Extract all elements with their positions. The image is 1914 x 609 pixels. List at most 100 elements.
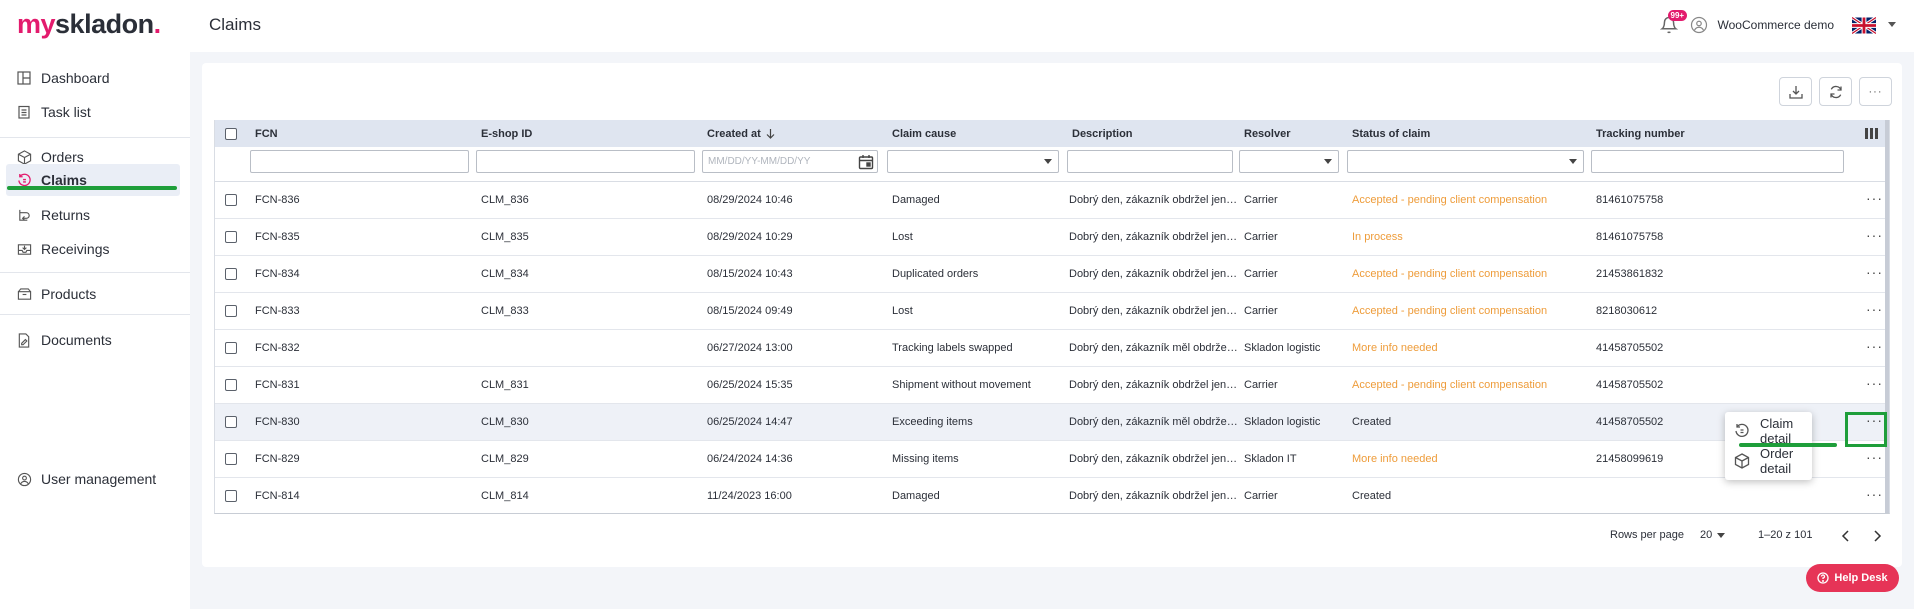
row-checkbox[interactable] [225, 231, 237, 243]
status-filter-select[interactable] [1347, 150, 1584, 173]
calendar-icon[interactable] [858, 154, 874, 170]
cell-description: Dobrý den, zákazník měl obdrže… [1069, 342, 1238, 354]
col-created-at[interactable]: Created at [707, 128, 775, 140]
row-actions-button[interactable]: ··· [1866, 264, 1883, 280]
rows-per-page-select[interactable]: 20 [1700, 529, 1726, 541]
sidebar-item-task-list[interactable]: Task list [6, 96, 180, 128]
cell-claim-cause: Tracking labels swapped [892, 342, 1013, 354]
table-row[interactable]: FCN-831 CLM_831 06/25/2024 15:35 Shipmen… [215, 367, 1889, 404]
tracking-filter-input[interactable] [1591, 150, 1844, 173]
claim-detail-menu-item[interactable]: Claim detail [1734, 416, 1812, 446]
cell-created-at: 06/25/2024 15:35 [707, 379, 793, 391]
language-caret-icon[interactable] [1888, 22, 1896, 28]
table-row[interactable]: FCN-832 06/27/2024 13:00 Tracking labels… [215, 330, 1889, 367]
sidebar-item-claims[interactable]: Claims [6, 164, 180, 196]
active-actions-highlight[interactable] [1845, 412, 1887, 447]
user-name[interactable]: WooCommerce demo [1718, 18, 1834, 32]
row-checkbox[interactable] [225, 379, 237, 391]
help-desk-button[interactable]: Help Desk [1806, 564, 1899, 592]
logo[interactable]: myskladon. [17, 9, 161, 40]
table-row[interactable]: FCN-835 CLM_835 08/29/2024 10:29 Lost Do… [215, 219, 1889, 256]
sidebar-item-receivings[interactable]: Receivings [6, 233, 180, 265]
cell-description: Dobrý den, zákazník obdržel jen… [1069, 268, 1238, 280]
table-row[interactable]: FCN-829 CLM_829 06/24/2024 14:36 Missing… [215, 441, 1889, 478]
row-actions-button[interactable]: ··· [1866, 190, 1883, 206]
table-row[interactable]: FCN-834 CLM_834 08/15/2024 10:43 Duplica… [215, 256, 1889, 293]
cell-fcn: FCN-833 [255, 305, 300, 317]
select-all-checkbox[interactable] [225, 128, 237, 140]
sidebar: Dashboard Task list Orders Claims Return… [0, 52, 190, 609]
cell-claim-cause: Exceeding items [892, 416, 973, 428]
resolver-filter-select[interactable] [1239, 150, 1339, 173]
prev-page-icon[interactable] [1841, 530, 1851, 542]
cell-created-at: 06/25/2024 14:47 [707, 416, 793, 428]
cell-fcn: FCN-832 [255, 342, 300, 354]
row-checkbox[interactable] [225, 416, 237, 428]
table-row[interactable]: FCN-833 CLM_833 08/15/2024 09:49 Lost Do… [215, 293, 1889, 330]
cell-tracking: 21453861832 [1596, 268, 1664, 280]
row-actions-button[interactable]: ··· [1866, 227, 1883, 243]
fcn-filter-input[interactable] [250, 150, 469, 173]
col-eshop-id[interactable]: E-shop ID [481, 128, 532, 140]
sidebar-divider [0, 137, 190, 138]
claim-cause-filter-select[interactable] [887, 150, 1059, 173]
row-checkbox[interactable] [225, 194, 237, 206]
cell-created-at: 08/15/2024 10:43 [707, 268, 793, 280]
cell-resolver: Skladon logistic [1244, 416, 1321, 428]
cell-created-at: 08/29/2024 10:29 [707, 231, 793, 243]
export-button[interactable] [1779, 77, 1812, 106]
column-settings-icon[interactable] [1865, 128, 1878, 139]
sidebar-item-returns[interactable]: Returns [6, 199, 180, 231]
table-row[interactable]: FCN-830 CLM_830 06/25/2024 14:47 Exceedi… [215, 404, 1889, 441]
cell-status: More info needed [1352, 342, 1438, 354]
cell-fcn: FCN-831 [255, 379, 300, 391]
table-row[interactable]: FCN-814 CLM_814 11/24/2023 16:00 Damaged… [215, 478, 1889, 513]
created-at-filter-input[interactable]: MM/DD/YY-MM/DD/YY [702, 150, 878, 173]
cell-claim-cause: Shipment without movement [892, 379, 1031, 391]
sidebar-item-user-management[interactable]: User management [6, 463, 180, 495]
cell-claim-cause: Duplicated orders [892, 268, 979, 280]
table-scrollbar[interactable] [1885, 120, 1889, 513]
chevron-down-icon [1569, 159, 1577, 164]
cell-claim-cause: Missing items [892, 453, 959, 465]
sidebar-item-label: User management [41, 471, 157, 487]
sidebar-item-products[interactable]: Products [6, 278, 180, 310]
row-checkbox[interactable] [225, 490, 237, 502]
eshop-filter-input[interactable] [476, 150, 695, 173]
row-checkbox[interactable] [225, 453, 237, 465]
notifications-button[interactable]: 99+ [1656, 10, 1688, 38]
user-management-icon [17, 472, 31, 486]
row-checkbox[interactable] [225, 268, 237, 280]
row-actions-button[interactable]: ··· [1866, 449, 1883, 465]
box-icon [17, 149, 31, 165]
row-checkbox[interactable] [225, 305, 237, 317]
uk-flag-icon[interactable] [1852, 16, 1876, 34]
row-actions-button[interactable]: ··· [1866, 375, 1883, 391]
sidebar-item-documents[interactable]: Documents [6, 324, 180, 356]
col-resolver[interactable]: Resolver [1244, 128, 1290, 140]
row-actions-button[interactable]: ··· [1866, 338, 1883, 354]
cell-status: In process [1352, 231, 1403, 243]
description-filter-input[interactable] [1067, 150, 1233, 173]
row-checkbox[interactable] [225, 342, 237, 354]
table-row[interactable]: FCN-836 CLM_836 08/29/2024 10:46 Damaged… [215, 182, 1889, 219]
order-detail-menu-item[interactable]: Order detail [1734, 446, 1812, 476]
more-options-button[interactable]: ··· [1859, 77, 1892, 106]
row-actions-button[interactable]: ··· [1866, 301, 1883, 317]
refresh-button[interactable] [1819, 77, 1852, 106]
sidebar-item-dashboard[interactable]: Dashboard [6, 62, 180, 94]
task-list-icon [18, 105, 30, 119]
col-tracking[interactable]: Tracking number [1596, 128, 1685, 140]
cell-eshop-id: CLM_834 [481, 268, 529, 280]
cell-claim-cause: Damaged [892, 490, 940, 502]
next-page-icon[interactable] [1872, 530, 1882, 542]
col-fcn[interactable]: FCN [255, 128, 278, 140]
cell-eshop-id: CLM_836 [481, 194, 529, 206]
user-avatar-icon[interactable] [1690, 16, 1708, 34]
cell-claim-cause: Lost [892, 305, 913, 317]
cell-eshop-id: CLM_833 [481, 305, 529, 317]
col-claim-cause[interactable]: Claim cause [892, 128, 956, 140]
col-description[interactable]: Description [1072, 128, 1133, 140]
col-status[interactable]: Status of claim [1352, 128, 1430, 140]
row-actions-button[interactable]: ··· [1866, 486, 1883, 502]
